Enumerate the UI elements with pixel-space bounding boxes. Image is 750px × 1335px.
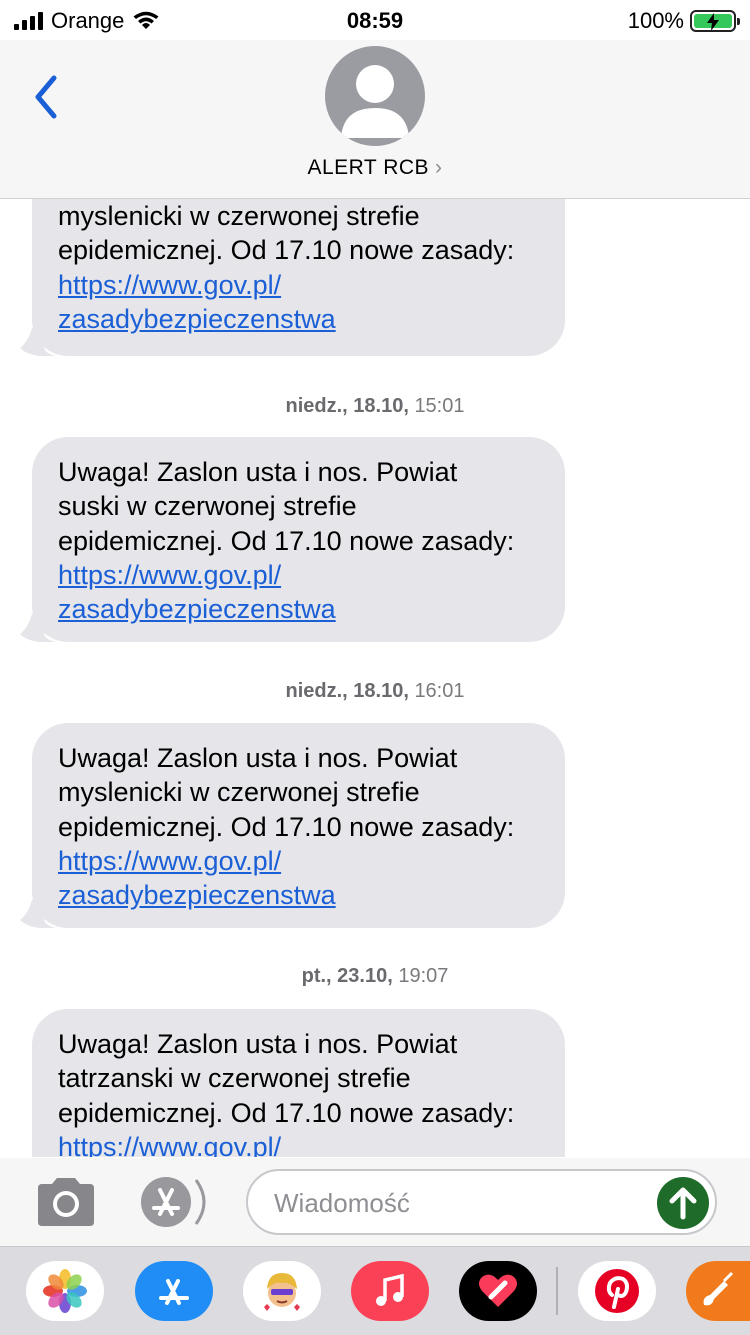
chevron-right-icon: › (435, 156, 443, 179)
message-text: epidemicznej. Od 17.10 nowe zasady: (58, 525, 515, 556)
message-text: epidemicznej. Od 17.10 nowe zasady: (58, 235, 515, 266)
send-button[interactable] (657, 1177, 709, 1229)
timestamp: pt., 23.10, 19:07 (301, 965, 449, 987)
person-silhouette-icon (341, 65, 409, 138)
fitness-heart-icon[interactable] (459, 1261, 537, 1321)
compose-bar (0, 1158, 750, 1246)
message-link[interactable]: zasadybezpieczenstwa (58, 594, 336, 624)
message-bubble[interactable]: Uwaga! Zaslon usta i nos. Powiat mysleni… (20, 723, 565, 928)
message-bubble[interactable]: myslenicki w czerwonej strefie epidemicz… (20, 199, 565, 356)
memoji-icon[interactable] (243, 1261, 321, 1321)
message-bubble[interactable]: Uwaga! Zaslon usta i nos. Powiat suski w… (20, 437, 565, 642)
message-text: Uwaga! Zaslon usta i nos. Powiat (58, 743, 458, 773)
status-bar: Orange 08:59 100% (0, 0, 750, 40)
garageband-icon[interactable] (686, 1261, 750, 1321)
photos-icon[interactable] (26, 1261, 104, 1321)
message-text: myslenicki w czerwonej strefie (58, 777, 420, 808)
app-store-button-icon[interactable] (140, 1176, 212, 1228)
message-text: tatrzanski w czerwonej strefie (58, 1063, 411, 1094)
message-input[interactable] (272, 1181, 636, 1225)
message-link[interactable]: https://www.gov.pl/ (58, 560, 281, 590)
imessage-app-drawer (0, 1246, 750, 1335)
music-icon[interactable] (351, 1261, 429, 1321)
message-text: Uwaga! Zaslon usta i nos. Powiat (58, 457, 458, 487)
drawer-divider (556, 1267, 558, 1315)
timestamp: niedz., 18.10, 16:01 (285, 680, 465, 702)
status-right: 100% (627, 8, 740, 34)
contact-avatar[interactable] (325, 46, 425, 146)
message-text: suski w czerwonej strefie (58, 491, 357, 522)
contact-name: ALERT RCB (307, 156, 430, 179)
battery-percent: 100% (627, 8, 684, 33)
timestamp: niedz., 18.10, 15:01 (285, 395, 465, 417)
message-text: myslenicki w czerwonej strefie (58, 201, 420, 231)
app-store-icon[interactable] (135, 1261, 213, 1321)
message-link[interactable]: https://www.gov.pl/ (58, 270, 281, 300)
message-link[interactable]: https://www.gov.pl/ (58, 1132, 281, 1157)
message-link[interactable]: zasadybezpieczenstwa (58, 304, 336, 334)
message-bubble[interactable]: Uwaga! Zaslon usta i nos. Powiat tatrzan… (32, 1009, 565, 1157)
conversation-header: ALERT RCB › (0, 40, 750, 199)
message-text: epidemicznej. Od 17.10 nowe zasady: (58, 1097, 515, 1128)
message-text: Uwaga! Zaslon usta i nos. Powiat (58, 1029, 458, 1059)
message-list[interactable]: myslenicki w czerwonej strefie epidemicz… (0, 199, 750, 1157)
message-link[interactable]: zasadybezpieczenstwa (58, 880, 336, 910)
pinterest-icon[interactable] (578, 1261, 656, 1321)
contact-name-button[interactable]: ALERT RCB › (0, 156, 750, 180)
arrow-up-icon (669, 1187, 697, 1220)
message-text: epidemicznej. Od 17.10 nowe zasady: (58, 811, 515, 842)
message-link[interactable]: https://www.gov.pl/ (58, 846, 281, 876)
message-input-container[interactable] (246, 1169, 717, 1235)
battery-icon (690, 10, 740, 32)
camera-icon[interactable] (34, 1178, 98, 1226)
back-chevron-icon[interactable] (28, 72, 68, 122)
